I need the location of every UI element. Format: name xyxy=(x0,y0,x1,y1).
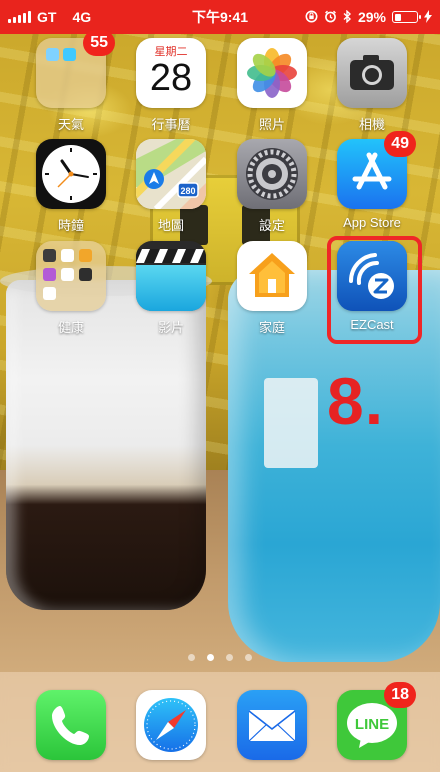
clapperboard-icon xyxy=(136,241,206,311)
health-folder-icon xyxy=(36,241,106,311)
photos-app[interactable]: 照片 xyxy=(222,38,322,133)
safari-app[interactable] xyxy=(121,690,221,760)
app-label: App Store xyxy=(343,215,401,230)
phone-app[interactable] xyxy=(21,690,121,760)
camera-icon xyxy=(337,38,407,108)
app-store-app[interactable]: 49 App Store xyxy=(322,131,422,230)
settings-gear-icon xyxy=(237,139,307,209)
phone-icon xyxy=(36,690,106,760)
notification-badge: 55 xyxy=(83,30,115,56)
safari-compass-icon xyxy=(136,690,206,760)
mail-envelope-icon xyxy=(237,690,307,760)
page-indicator[interactable] xyxy=(0,654,440,661)
map-route-number: 280 xyxy=(180,186,195,196)
clock-icon xyxy=(36,139,106,209)
mail-app[interactable] xyxy=(222,690,322,760)
app-label: 健康 xyxy=(57,320,84,335)
dock: LINE 18 xyxy=(0,672,440,772)
line-logo-text: LINE xyxy=(355,716,389,733)
settings-app[interactable]: 設定 xyxy=(222,139,322,234)
clock-app[interactable]: 時鐘 xyxy=(21,139,121,234)
line-app[interactable]: LINE 18 xyxy=(322,682,422,760)
notification-badge: 49 xyxy=(384,131,416,157)
network-type: 4G xyxy=(72,9,92,25)
ezcast-highlight-box xyxy=(327,236,422,344)
rotation-lock-icon xyxy=(305,10,318,25)
status-bar: GT 4G 下午9:41 29% xyxy=(0,0,440,34)
maps-icon: 280 xyxy=(136,139,206,209)
notification-badge: 18 xyxy=(384,682,416,708)
app-label: 家庭 xyxy=(258,320,285,335)
page-dot xyxy=(207,654,214,661)
weather-folder[interactable]: 55 天氣 xyxy=(21,30,121,133)
bluetooth-icon xyxy=(343,9,352,25)
signal-bars-icon xyxy=(8,11,31,23)
photos-flower-icon xyxy=(237,38,307,108)
app-label: 行事曆 xyxy=(151,117,191,132)
page-dot xyxy=(226,654,233,661)
alarm-icon xyxy=(324,10,337,25)
app-label: 照片 xyxy=(258,117,285,132)
videos-app[interactable]: 影片 xyxy=(121,241,221,336)
carrier-name: GT xyxy=(37,9,57,25)
calendar-date: 28 xyxy=(149,57,193,99)
step-number-label: 8. xyxy=(327,364,385,438)
app-label: 設定 xyxy=(258,218,285,233)
calendar-icon: 星期二 28 xyxy=(136,38,206,108)
camera-app[interactable]: 相機 xyxy=(322,38,422,133)
app-label: 影片 xyxy=(157,320,184,335)
app-label: 地圖 xyxy=(157,218,184,233)
app-label: 相機 xyxy=(358,117,385,132)
charging-bolt-icon xyxy=(424,9,432,25)
home-house-icon xyxy=(237,241,307,311)
home-app[interactable]: 家庭 xyxy=(222,241,322,336)
page-dot xyxy=(188,654,195,661)
app-label: 時鐘 xyxy=(57,218,84,233)
maps-app[interactable]: 280 地圖 xyxy=(121,139,221,234)
page-dot xyxy=(245,654,252,661)
calendar-app[interactable]: 星期二 28 行事曆 xyxy=(121,38,221,133)
battery-icon xyxy=(392,11,421,23)
app-label: 天氣 xyxy=(57,117,84,132)
health-folder[interactable]: 健康 xyxy=(21,241,121,336)
battery-percent: 29% xyxy=(357,9,386,25)
